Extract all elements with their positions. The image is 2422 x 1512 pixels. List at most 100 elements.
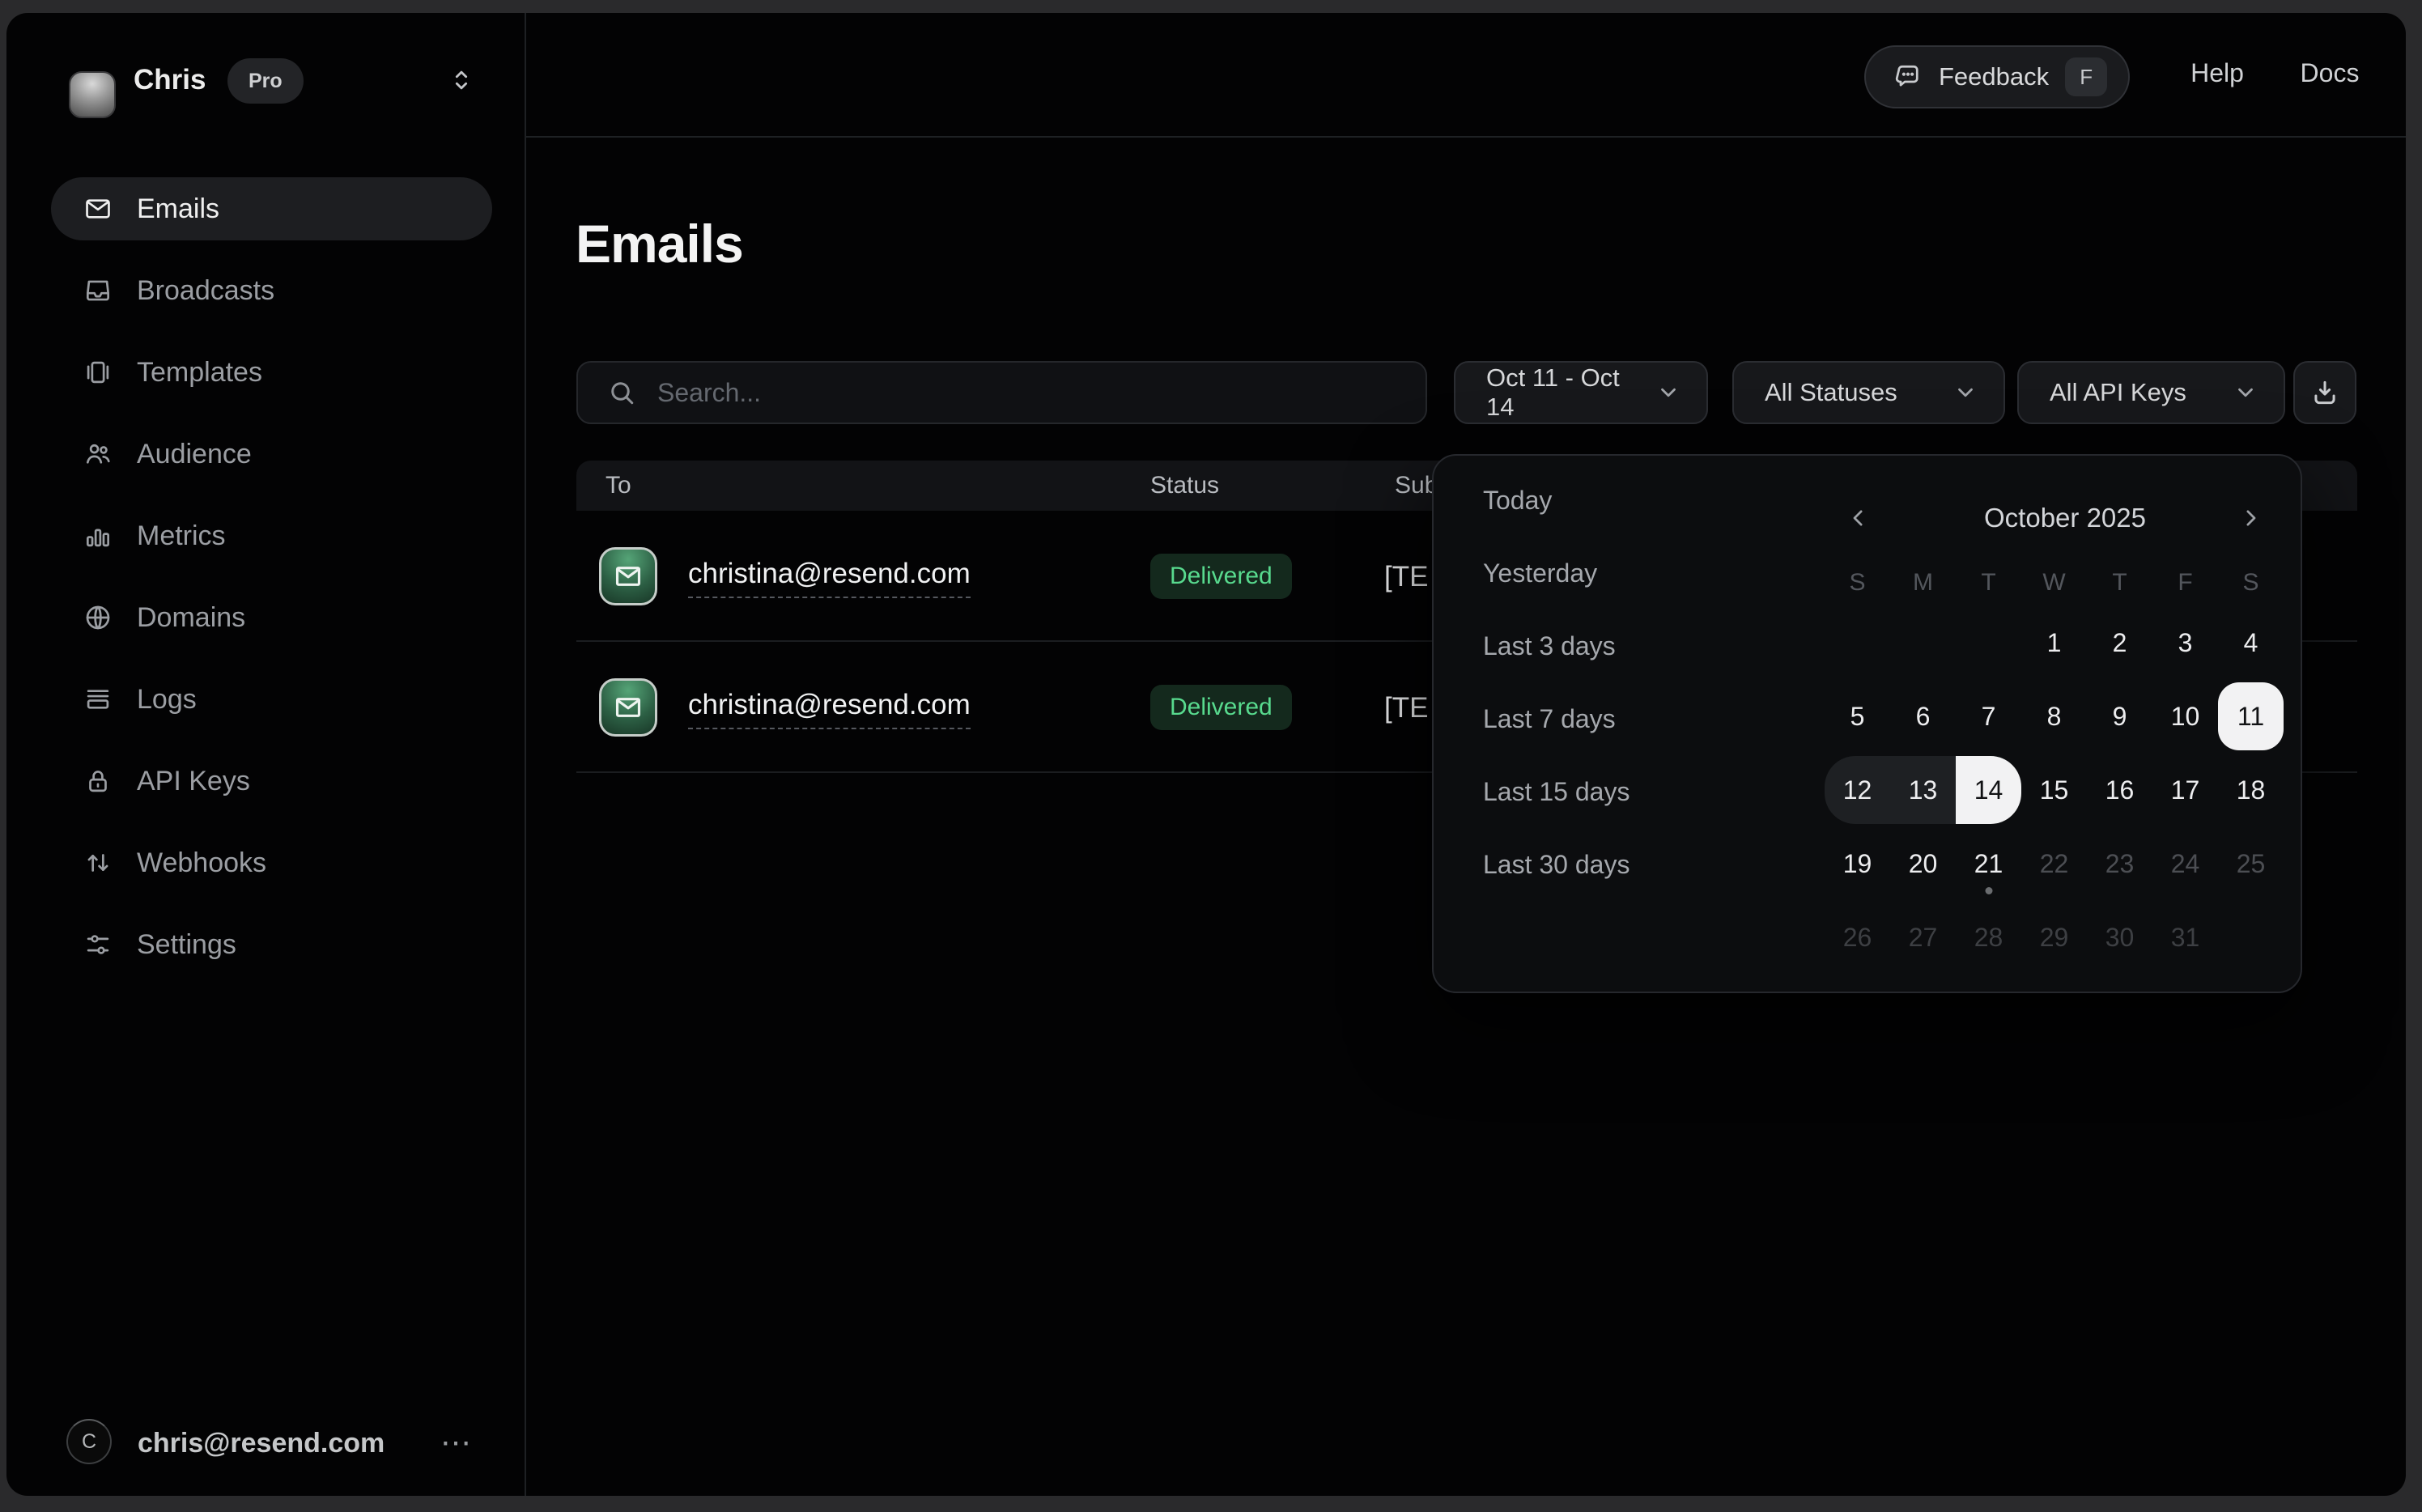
download-icon: [2309, 377, 2340, 408]
calendar-day-19[interactable]: 19: [1825, 827, 1890, 901]
date-preset-yesterday[interactable]: Yesterday: [1483, 553, 1630, 593]
status-filter[interactable]: All Statuses: [1732, 361, 2005, 424]
api-key-filter[interactable]: All API Keys: [2017, 361, 2285, 424]
sliders-icon: [82, 928, 114, 961]
calendar-day-13[interactable]: 13: [1890, 754, 1956, 827]
calendar-day-15[interactable]: 15: [2021, 754, 2087, 827]
feedback-shortcut-badge: F: [2065, 57, 2107, 96]
workspace-avatar[interactable]: [69, 71, 116, 118]
sidebar-item-broadcasts[interactable]: Broadcasts: [51, 259, 492, 322]
calendar-day-8[interactable]: 8: [2021, 680, 2087, 754]
calendar-day-27: 27: [1890, 901, 1956, 975]
bar-chart-icon: [82, 520, 114, 552]
calendar-day-3[interactable]: 3: [2152, 606, 2218, 680]
calendar-day-7[interactable]: 7: [1956, 680, 2021, 754]
sidebar-item-label: Domains: [137, 602, 245, 634]
calendar-day-1[interactable]: 1: [2021, 606, 2087, 680]
plan-badge: Pro: [227, 58, 304, 104]
weekday-label: F: [2152, 563, 2218, 603]
docs-link[interactable]: Docs: [2291, 58, 2369, 88]
calendar-day-18[interactable]: 18: [2218, 754, 2284, 827]
sidebar-item-api-keys[interactable]: API Keys: [51, 750, 492, 813]
previous-month-button[interactable]: [1838, 498, 1879, 538]
sidebar-nav: Emails Broadcasts Templates Audience Metrics…: [51, 177, 492, 995]
app-window: Chris Pro Emails Broadcasts Templates Audie…: [6, 13, 2406, 1496]
date-preset-last-7-days[interactable]: Last 7 days: [1483, 699, 1630, 739]
sidebar-item-templates[interactable]: Templates: [51, 341, 492, 404]
date-range-value: Oct 11 - Oct 14: [1486, 363, 1637, 422]
export-button[interactable]: [2293, 361, 2356, 424]
chevron-down-icon: [1934, 380, 1978, 405]
calendar-day-11[interactable]: 11: [2218, 680, 2284, 754]
arrows-up-down-icon: [82, 847, 114, 879]
date-preset-today[interactable]: Today: [1483, 480, 1630, 520]
users-icon: [82, 438, 114, 470]
sidebar-item-label: Logs: [137, 684, 197, 716]
panels-icon: [82, 356, 114, 389]
date-range-filter[interactable]: Oct 11 - Oct 14: [1454, 361, 1708, 424]
column-header-status: Status: [1150, 461, 1219, 511]
sidebar-item-label: Templates: [137, 357, 262, 389]
calendar-day-24[interactable]: 24: [2152, 827, 2218, 901]
calendar-day-23[interactable]: 23: [2087, 827, 2152, 901]
sidebar-item-logs[interactable]: Logs: [51, 668, 492, 731]
workspace-switcher-button[interactable]: [444, 64, 479, 100]
recipient-email[interactable]: christina@resend.com: [688, 558, 971, 598]
sidebar-item-label: Emails: [137, 193, 219, 225]
chevron-down-icon: [2214, 380, 2258, 405]
calendar-day-25[interactable]: 25: [2218, 827, 2284, 901]
help-link[interactable]: Help: [2181, 58, 2254, 88]
calendar-day-20[interactable]: 20: [1890, 827, 1956, 901]
calendar-day-16[interactable]: 16: [2087, 754, 2152, 827]
calendar-day-2[interactable]: 2: [2087, 606, 2152, 680]
sidebar-item-label: API Keys: [137, 766, 250, 797]
calendar-day-21[interactable]: 21: [1956, 827, 2021, 901]
calendar-day-6[interactable]: 6: [1890, 680, 1956, 754]
user-menu-button[interactable]: ⋯: [434, 1420, 479, 1465]
next-month-button[interactable]: [2230, 498, 2271, 538]
calendar-day-14[interactable]: 14: [1956, 754, 2021, 827]
calendar-day-22[interactable]: 22: [2021, 827, 2087, 901]
sidebar-item-label: Audience: [137, 439, 252, 470]
weekday-label: S: [1825, 563, 1890, 603]
recipient-email[interactable]: christina@resend.com: [688, 689, 971, 729]
sidebar-item-label: Webhooks: [137, 847, 266, 879]
calendar-day-4[interactable]: 4: [2218, 606, 2284, 680]
calendar-weekday-header: SMTWTFS: [1825, 563, 2284, 603]
calendar-day-17[interactable]: 17: [2152, 754, 2218, 827]
date-preset-last-3-days[interactable]: Last 3 days: [1483, 626, 1630, 666]
feedback-label: Feedback: [1939, 62, 2049, 91]
user-avatar[interactable]: C: [66, 1419, 112, 1464]
inbox-icon: [82, 274, 114, 307]
calendar-day-10[interactable]: 10: [2152, 680, 2218, 754]
search-input[interactable]: [657, 378, 1426, 408]
chat-bubble-icon: [1893, 62, 1923, 91]
workspace-name: Chris: [134, 64, 206, 96]
email-subject: [TE: [1384, 692, 1428, 724]
chevron-down-icon: [1637, 380, 1681, 405]
globe-icon: [82, 601, 114, 634]
sidebar-item-audience[interactable]: Audience: [51, 423, 492, 486]
weekday-label: T: [1956, 563, 2021, 603]
sidebar-item-webhooks[interactable]: Webhooks: [51, 831, 492, 894]
calendar-day-28: 28: [1956, 901, 2021, 975]
mail-icon: [82, 193, 114, 225]
weekday-label: T: [2087, 563, 2152, 603]
sidebar-item-emails[interactable]: Emails: [51, 177, 492, 240]
calendar-day-9[interactable]: 9: [2087, 680, 2152, 754]
date-preset-last-15-days[interactable]: Last 15 days: [1483, 771, 1630, 812]
weekday-label: W: [2021, 563, 2087, 603]
sidebar-item-settings[interactable]: Settings: [51, 913, 492, 976]
calendar-day-12[interactable]: 12: [1825, 754, 1890, 827]
calendar-day-5[interactable]: 5: [1825, 680, 1890, 754]
date-preset-last-30-days[interactable]: Last 30 days: [1483, 844, 1630, 885]
feedback-button[interactable]: Feedback F: [1864, 45, 2130, 108]
sidebar-item-label: Broadcasts: [137, 275, 274, 307]
calendar-day-29: 29: [2021, 901, 2087, 975]
chevron-right-icon: [2238, 506, 2263, 530]
calendar-day-30: 30: [2087, 901, 2152, 975]
calendar-day-26: 26: [1825, 901, 1890, 975]
weekday-label: M: [1890, 563, 1956, 603]
sidebar-item-domains[interactable]: Domains: [51, 586, 492, 649]
sidebar-item-metrics[interactable]: Metrics: [51, 504, 492, 567]
